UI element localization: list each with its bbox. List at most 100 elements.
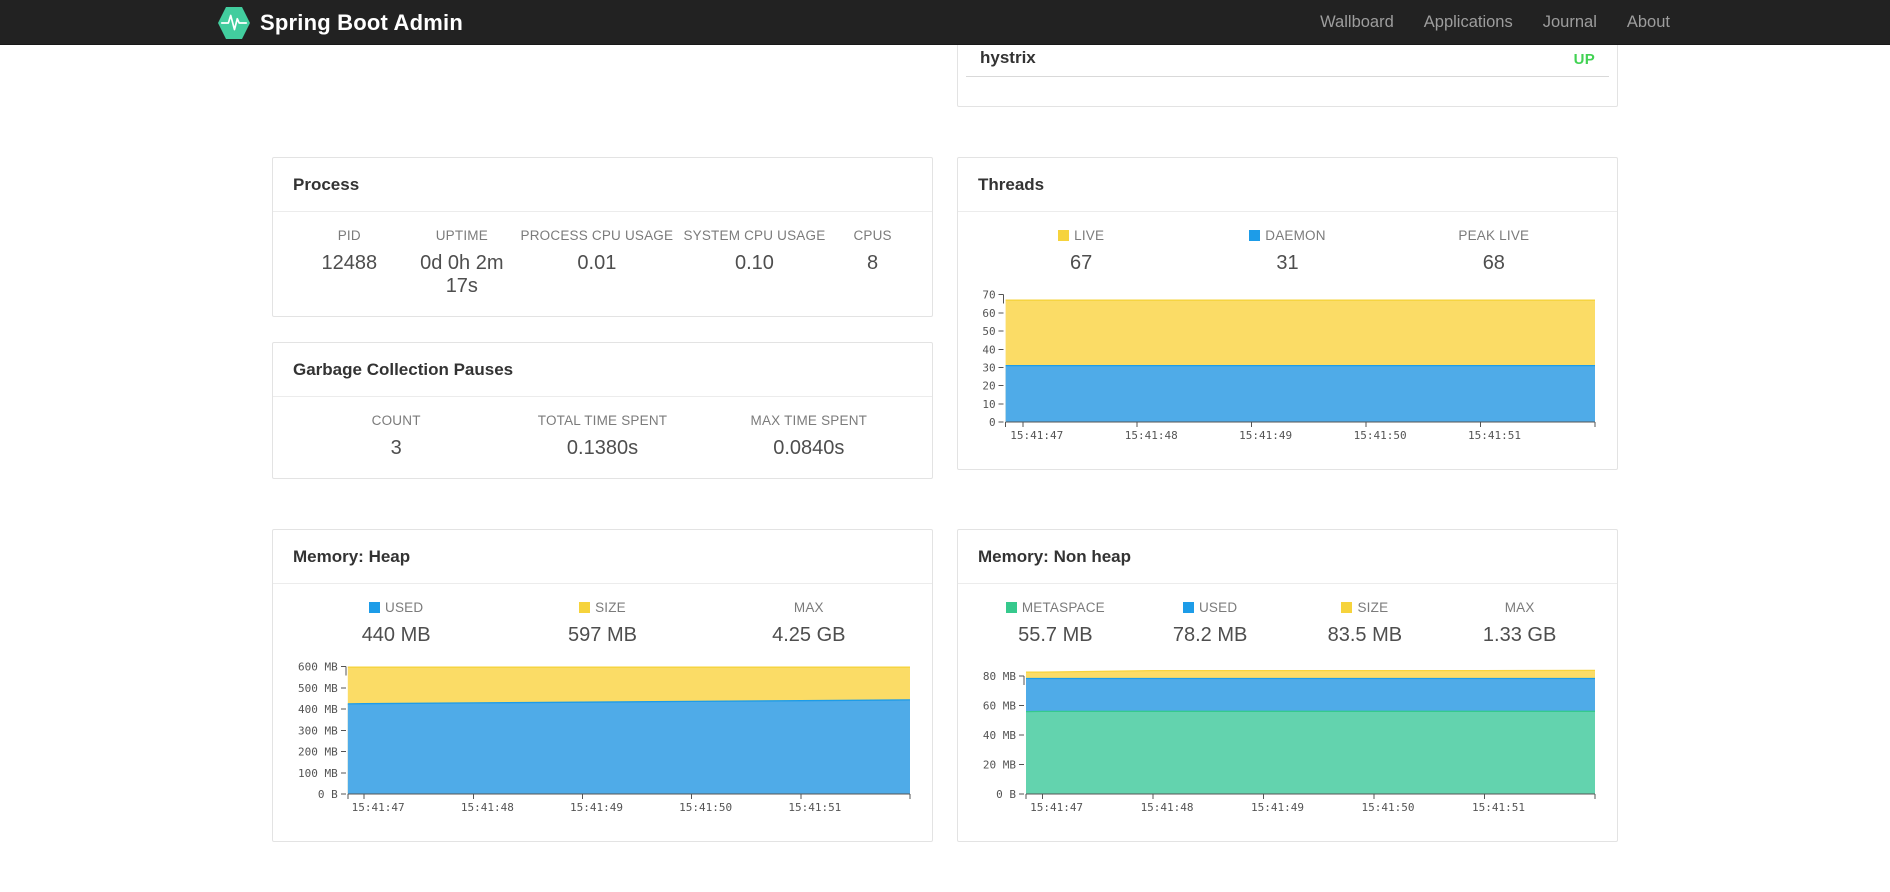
used-legend-swatch xyxy=(369,602,380,613)
main-content: hystrix UP Process PID 12488 UPTIME 0d 0… xyxy=(272,0,1618,842)
stat-label: MAX xyxy=(793,600,824,615)
brand-title: Spring Boot Admin xyxy=(260,9,464,35)
memory-nonheap-stats: METASPACE 55.7 MB USED 78.2 MB SIZE 83.5… xyxy=(978,600,1597,647)
svg-text:500 MB: 500 MB xyxy=(298,682,338,695)
spring-boot-admin-logo-icon xyxy=(218,6,250,39)
memory-heap-panel-body: USED 440 MB SIZE 597 MB MAX 4.25 GB 600 … xyxy=(273,584,932,841)
gc-panel: Garbage Collection Pauses COUNT 3 TOTAL … xyxy=(272,342,933,479)
svg-text:15:41:50: 15:41:50 xyxy=(1362,801,1415,814)
gc-stats: COUNT 3 TOTAL TIME SPENT 0.1380s MAX TIM… xyxy=(293,413,912,460)
svg-text:20 MB: 20 MB xyxy=(983,758,1016,771)
svg-text:15:41:49: 15:41:49 xyxy=(1251,801,1304,814)
stat-pid: PID 12488 xyxy=(293,228,406,298)
stat-gc-count: COUNT 3 xyxy=(293,413,499,460)
svg-text:70: 70 xyxy=(982,289,995,302)
stat-value: 0.01 xyxy=(577,252,617,274)
row-applications: hystrix UP xyxy=(272,20,1618,107)
status-badge: UP xyxy=(1573,51,1595,68)
stat-heap-used: USED 440 MB xyxy=(293,600,499,647)
stat-nonheap-size: SIZE 83.5 MB xyxy=(1288,600,1443,647)
threads-chart: 70 60 50 40 30 20 10 0 15:41:47 15:41:48 15:41:49 1… xyxy=(978,285,1597,451)
memory-heap-panel: Memory: Heap USED 440 MB SIZE 597 MB MAX… xyxy=(272,529,933,842)
svg-text:40: 40 xyxy=(982,343,995,356)
stat-label: PEAK LIVE xyxy=(1458,228,1530,243)
svg-text:80 MB: 80 MB xyxy=(983,670,1016,683)
svg-text:60: 60 xyxy=(982,307,995,320)
memory-nonheap-chart: 80 MB 60 MB 40 MB 20 MB 0 B 15:41:47 15:41:48 1… xyxy=(978,657,1597,823)
svg-text:15:41:51: 15:41:51 xyxy=(1472,801,1525,814)
svg-text:15:41:48: 15:41:48 xyxy=(461,801,514,814)
svg-text:15:41:48: 15:41:48 xyxy=(1125,429,1178,442)
stat-value: 68 xyxy=(1482,252,1505,274)
stat-threads-daemon: DAEMON 31 xyxy=(1184,228,1390,275)
stat-value: 12488 xyxy=(321,252,378,274)
svg-text:400 MB: 400 MB xyxy=(298,703,338,716)
stat-label: SYSTEM CPU USAGE xyxy=(683,228,826,243)
live-legend-swatch xyxy=(1058,230,1070,241)
applications-panel-padding xyxy=(958,77,1617,106)
right-column-1: hystrix UP xyxy=(957,20,1618,107)
svg-text:40 MB: 40 MB xyxy=(983,729,1016,742)
svg-text:300 MB: 300 MB xyxy=(298,724,338,737)
stat-value: 31 xyxy=(1276,252,1299,274)
stat-gc-total-time: TOTAL TIME SPENT 0.1380s xyxy=(499,413,705,460)
svg-text:10: 10 xyxy=(982,398,995,411)
threads-panel-title: Threads xyxy=(958,158,1617,212)
row-process-threads: Process PID 12488 UPTIME 0d 0h 2m 17s PR… xyxy=(272,157,1618,479)
stat-value: 440 MB xyxy=(361,624,431,646)
stat-nonheap-max: MAX 1.33 GB xyxy=(1442,600,1597,647)
nav-link-journal[interactable]: Journal xyxy=(1528,0,1612,45)
nav-link-applications[interactable]: Applications xyxy=(1409,0,1528,45)
threads-panel: Threads LIVE 67 DAEMON 31 PEAK LIVE 68 7… xyxy=(957,157,1618,470)
stat-value: 8 xyxy=(867,252,879,274)
threads-panel-body: LIVE 67 DAEMON 31 PEAK LIVE 68 70 60 50 … xyxy=(958,212,1617,469)
memory-heap-chart: 600 MB 500 MB 400 MB 300 MB 200 MB 100 MB 0 B 1… xyxy=(293,657,912,823)
stat-label: TOTAL TIME SPENT xyxy=(537,413,668,428)
metaspace-legend-swatch xyxy=(1005,602,1017,613)
svg-text:15:41:49: 15:41:49 xyxy=(1239,429,1292,442)
stat-label: SIZE xyxy=(1357,600,1389,615)
stat-threads-live: LIVE 67 xyxy=(978,228,1184,275)
stat-cpus: CPUS 8 xyxy=(833,228,912,298)
right-column-3: Memory: Non heap METASPACE 55.7 MB USED … xyxy=(957,529,1618,842)
stat-heap-max: MAX 4.25 GB xyxy=(706,600,912,647)
stat-label: METASPACE xyxy=(1021,600,1105,615)
svg-text:15:41:47: 15:41:47 xyxy=(352,801,405,814)
stat-value: 83.5 MB xyxy=(1327,624,1403,646)
svg-text:15:41:48: 15:41:48 xyxy=(1141,801,1194,814)
stat-value: 67 xyxy=(1070,252,1093,274)
stat-label: MAX xyxy=(1504,600,1535,615)
process-panel: Process PID 12488 UPTIME 0d 0h 2m 17s PR… xyxy=(272,157,933,317)
used-legend-swatch xyxy=(1182,602,1194,613)
svg-text:15:41:49: 15:41:49 xyxy=(570,801,623,814)
daemon-legend-swatch xyxy=(1249,230,1261,241)
stat-value: 597 MB xyxy=(568,624,637,646)
stat-value: 0d 0h 2m 17s xyxy=(420,252,504,297)
stat-label: LIVE xyxy=(1074,228,1105,243)
svg-text:0 B: 0 B xyxy=(996,788,1016,801)
memory-nonheap-panel-body: METASPACE 55.7 MB USED 78.2 MB SIZE 83.5… xyxy=(958,584,1617,841)
nav-link-about[interactable]: About xyxy=(1612,0,1672,45)
svg-text:15:41:50: 15:41:50 xyxy=(1354,429,1407,442)
stat-value: 0.0840s xyxy=(773,437,845,459)
nav-link-wallboard[interactable]: Wallboard xyxy=(1305,0,1409,45)
navbar-links: Wallboard Applications Journal About xyxy=(1305,0,1672,45)
left-column-3: Memory: Heap USED 440 MB SIZE 597 MB MAX… xyxy=(272,529,933,842)
memory-heap-panel-title: Memory: Heap xyxy=(273,530,932,584)
stat-label: USED xyxy=(385,600,424,615)
stat-value: 3 xyxy=(390,437,402,459)
stat-label: CPUS xyxy=(853,228,892,243)
stat-threads-peak-live: PEAK LIVE 68 xyxy=(1391,228,1597,275)
stat-label: UPTIME xyxy=(435,228,488,243)
stat-label: USED xyxy=(1198,600,1238,615)
size-legend-swatch xyxy=(579,602,591,613)
right-column-2: Threads LIVE 67 DAEMON 31 PEAK LIVE 68 7… xyxy=(957,157,1618,470)
left-column-2: Process PID 12488 UPTIME 0d 0h 2m 17s PR… xyxy=(272,157,933,479)
svg-text:15:41:50: 15:41:50 xyxy=(679,801,732,814)
svg-text:15:41:47: 15:41:47 xyxy=(1010,429,1063,442)
stat-nonheap-metaspace: METASPACE 55.7 MB xyxy=(978,600,1133,647)
svg-text:0: 0 xyxy=(989,416,996,429)
stat-uptime: UPTIME 0d 0h 2m 17s xyxy=(406,228,519,298)
stat-label: COUNT xyxy=(371,413,421,428)
brand-link[interactable]: Spring Boot Admin xyxy=(218,5,463,41)
